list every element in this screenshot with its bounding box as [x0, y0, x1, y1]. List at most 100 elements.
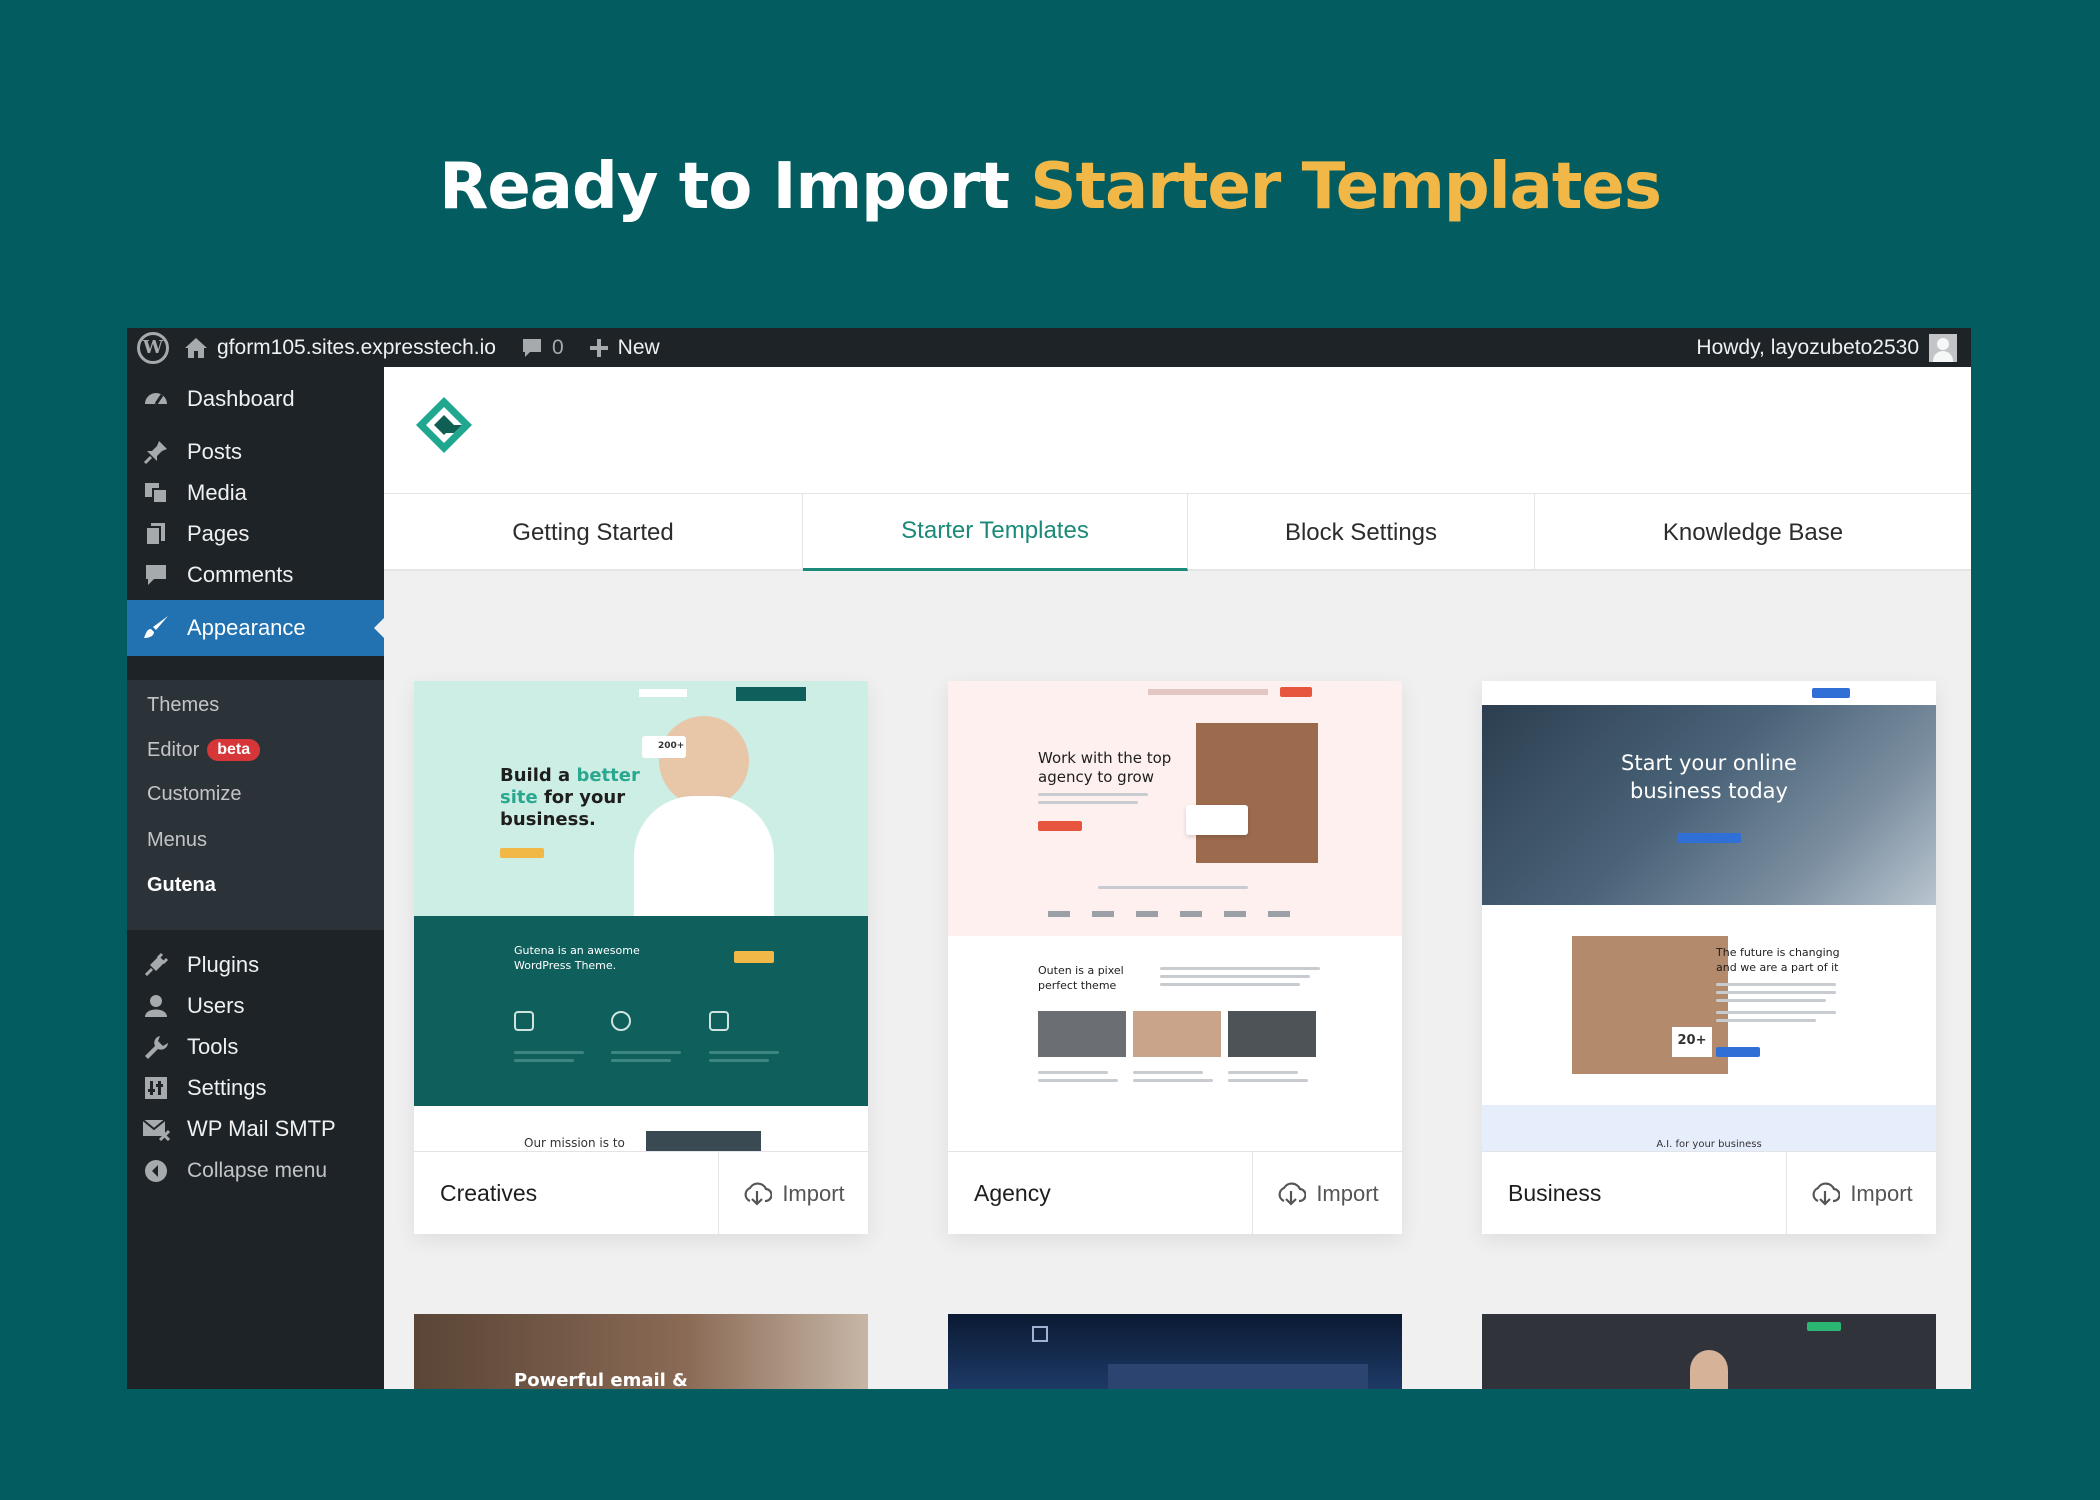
wordpress-icon[interactable]: W	[137, 331, 169, 364]
import-label: Import	[1850, 1180, 1913, 1206]
headline-accent: Starter Templates	[1030, 150, 1662, 224]
page-headline: Ready to Import Starter Templates	[0, 150, 2100, 224]
dashboard-gauge-icon	[141, 384, 171, 414]
template-card-footer: Creatives Import	[414, 1151, 868, 1235]
preview-person-body	[634, 796, 774, 916]
preview-feature-icon-3	[709, 1011, 729, 1031]
howdy-text: Howdy, layozubeto2530	[1696, 335, 1919, 359]
tab-getting-started[interactable]: Getting Started	[384, 493, 803, 571]
plus-icon	[589, 338, 608, 357]
preview-nav-button	[736, 687, 806, 701]
submenu-menus[interactable]: Menus	[147, 825, 207, 855]
template-card-row2-2[interactable]	[948, 1314, 1402, 1389]
tab-knowledge-base[interactable]: Knowledge Base	[1535, 493, 1971, 571]
cloud-download-icon	[1812, 1182, 1841, 1206]
wp-admin-screenshot: W gform105.sites.expresstech.io 0 New Ho…	[127, 328, 1971, 1389]
preview-hero-photo	[1196, 723, 1318, 863]
tab-block-settings[interactable]: Block Settings	[1188, 493, 1535, 571]
submenu-editor[interactable]: Editor beta	[147, 735, 261, 765]
preview-hero-photo	[1482, 705, 1936, 905]
template-card-business[interactable]: Start your online business today 20+ The …	[1482, 681, 1936, 1235]
preview-mission	[414, 1106, 868, 1151]
comment-bubble-icon	[522, 338, 541, 357]
template-card-creatives[interactable]: Build a better site for your business. 2…	[414, 681, 868, 1235]
preview-feature-icon-2	[611, 1011, 631, 1031]
import-button-creatives[interactable]: Import	[718, 1152, 868, 1235]
comments-count: 0	[551, 335, 564, 359]
settings-sliders-icon	[141, 1073, 171, 1103]
preview-band-text: Gutena is an awesome WordPress Theme.	[514, 944, 640, 972]
sidebar-item-dashboard[interactable]: Dashboard	[127, 374, 384, 424]
preview-service-photo-3	[1228, 1011, 1316, 1057]
preview-logo-row	[1048, 911, 1308, 917]
preview-person	[1690, 1350, 1728, 1389]
site-name-link[interactable]: gform105.sites.expresstech.io	[183, 328, 496, 367]
preview-cta-button	[1038, 821, 1082, 831]
cloud-download-icon	[1278, 1182, 1307, 1206]
template-preview-creatives[interactable]: Build a better site for your business. 2…	[414, 681, 868, 1151]
gutena-tabs: Getting Started Starter Templates Block …	[384, 493, 1971, 571]
admin-sidebar: Dashboard Posts Media Pages Comments App…	[127, 367, 384, 1389]
preview-hero-heading: Work with the top agency to grow	[1038, 749, 1172, 786]
collapse-menu-button[interactable]: Collapse menu	[127, 1146, 384, 1196]
new-label: New	[617, 335, 660, 359]
comments-icon	[141, 560, 171, 590]
gutena-header	[384, 367, 1971, 493]
preview-cta-button	[1677, 833, 1741, 843]
preview-hero	[948, 681, 1402, 936]
import-button-agency[interactable]: Import	[1252, 1152, 1402, 1235]
preview-body-button	[1716, 1047, 1760, 1057]
preview-person-head	[659, 716, 749, 806]
sidebar-label-appearance: Appearance	[187, 615, 306, 640]
preview-cta-button	[500, 848, 544, 858]
site-name: gform105.sites.expresstech.io	[217, 335, 496, 359]
preview-nav-button	[1807, 1322, 1841, 1331]
preview-hero-heading: Start your online business today	[1621, 751, 1797, 803]
avatar	[1929, 333, 1957, 362]
preview-review-badge	[1186, 805, 1248, 835]
sidebar-item-appearance[interactable]: Appearance	[127, 600, 384, 656]
template-card-footer: Business Import	[1482, 1151, 1936, 1235]
submenu-gutena[interactable]: Gutena	[147, 870, 216, 900]
tab-starter-templates[interactable]: Starter Templates	[803, 493, 1188, 571]
submenu-customize[interactable]: Customize	[147, 779, 241, 809]
template-card-row2-3[interactable]	[1482, 1314, 1936, 1389]
plug-icon	[141, 950, 171, 980]
submenu-themes[interactable]: Themes	[147, 690, 219, 720]
headline-part1: Ready to Import	[439, 150, 1031, 224]
sidebar-label-posts: Posts	[187, 439, 243, 464]
sidebar-label-smtp: WP Mail SMTP	[187, 1116, 336, 1141]
template-preview-agency[interactable]: Work with the top agency to grow Outen is…	[948, 681, 1402, 1151]
beta-badge: beta	[207, 739, 261, 761]
preview-band	[414, 916, 868, 1106]
template-card-agency[interactable]: Work with the top agency to grow Outen is…	[948, 681, 1402, 1235]
collapse-menu-label: Collapse menu	[187, 1159, 328, 1182]
preview-hero-heading: Build a better site for your business.	[500, 765, 640, 830]
preview-house-photo	[1108, 1364, 1368, 1389]
sidebar-label-plugins: Plugins	[187, 952, 260, 977]
preview-footer-text: A.I. for your business	[1656, 1139, 1762, 1150]
collapse-arrow-icon	[141, 1156, 171, 1186]
preview-stat-badge: 20+	[1672, 1027, 1712, 1057]
user-icon	[141, 991, 171, 1021]
preview-logo	[1032, 1326, 1048, 1342]
preview-mid-heading: The future is changing and we are a part …	[1716, 946, 1840, 974]
import-label: Import	[782, 1180, 845, 1206]
import-button-business[interactable]: Import	[1786, 1152, 1936, 1235]
account-menu[interactable]: Howdy, layozubeto2530	[1696, 328, 1957, 367]
template-preview-business[interactable]: Start your online business today 20+ The …	[1482, 681, 1936, 1151]
preview-band-button	[734, 951, 774, 963]
pages-icon	[141, 519, 171, 549]
template-card-row2-1[interactable]: Powerful email &	[414, 1314, 868, 1389]
preview-nav-button	[1812, 688, 1850, 698]
import-label: Import	[1316, 1180, 1379, 1206]
new-content-link[interactable]: New	[588, 328, 660, 367]
sidebar-item-comments[interactable]: Comments	[127, 550, 384, 600]
preview-feature-icon-1	[514, 1011, 534, 1031]
media-icon	[141, 478, 171, 508]
gutena-logo	[416, 397, 472, 453]
sidebar-label-pages: Pages	[187, 521, 250, 546]
preview-service-photo-1	[1038, 1011, 1126, 1057]
pushpin-icon	[141, 437, 171, 467]
comments-link[interactable]: 0	[520, 328, 564, 367]
